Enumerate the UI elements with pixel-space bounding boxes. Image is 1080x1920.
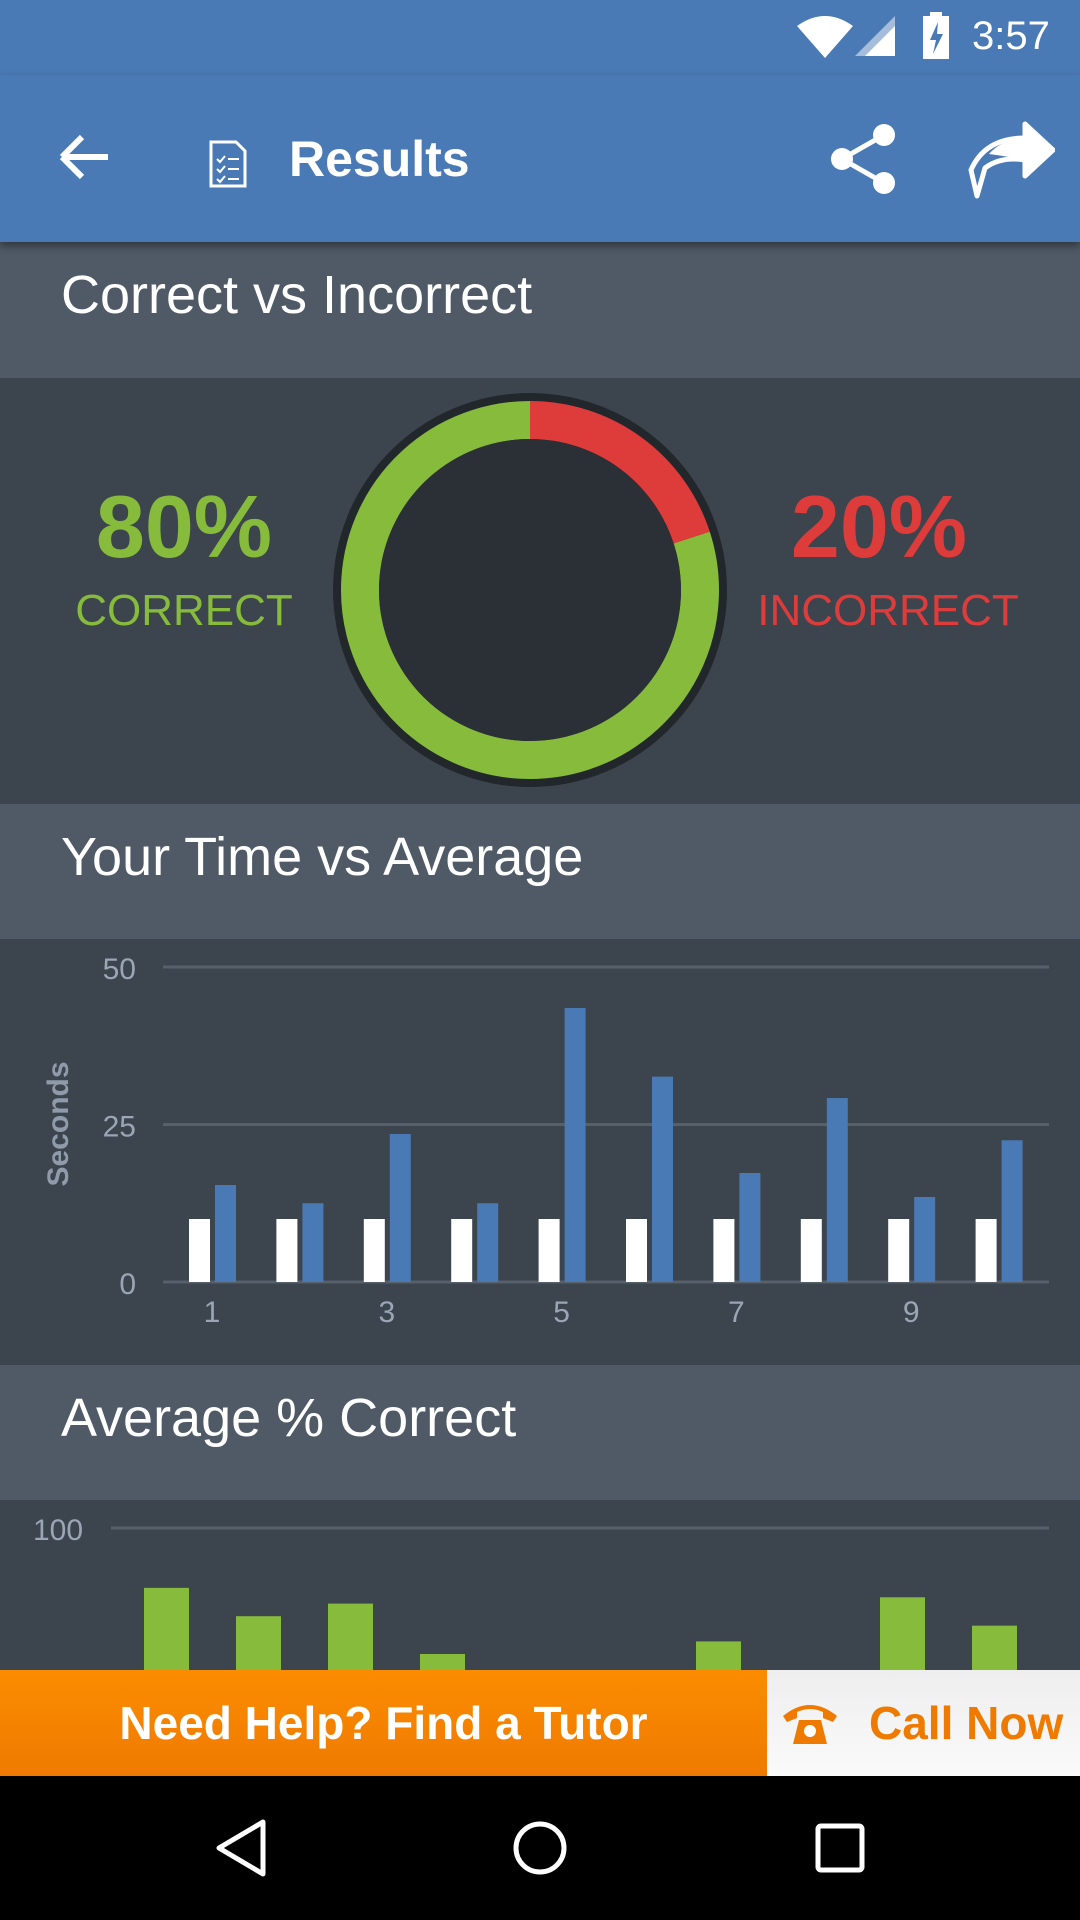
- y-axis-label: Seconds: [42, 1061, 75, 1186]
- navigation-bar: [0, 1776, 1080, 1920]
- bar-average-correct-2: [236, 1616, 281, 1670]
- share-icon[interactable]: [828, 123, 900, 195]
- x-tick-label: 9: [903, 1296, 920, 1329]
- wifi-icon: [797, 16, 853, 58]
- incorrect-percent: 20%: [790, 477, 968, 576]
- x-tick-label: 3: [378, 1296, 395, 1329]
- bar-average-2: [276, 1219, 298, 1282]
- bar-average-5: [538, 1219, 560, 1282]
- document-checklist-icon: [209, 140, 247, 188]
- status-time: 3:57: [972, 14, 1050, 58]
- bar-your-time-6: [652, 1076, 673, 1282]
- call-now-label: Call Now: [869, 1697, 1064, 1749]
- page-title: Results: [289, 131, 470, 187]
- average-chart-panel: 100: [0, 1500, 1080, 1670]
- bar-average-correct-9: [880, 1597, 925, 1670]
- incorrect-label: INCORRECT: [757, 586, 1019, 635]
- bar-average-correct-3: [328, 1603, 373, 1670]
- correct-percent: 80%: [95, 477, 273, 576]
- y-tick-label: 100: [33, 1514, 83, 1547]
- bar-average-6: [626, 1219, 647, 1282]
- bar-average-7: [713, 1219, 735, 1282]
- time-vs-average-chart: Seconds 0 25 50 1 3 5 7 9: [42, 953, 1049, 1329]
- call-now-button[interactable]: Call Now: [767, 1670, 1080, 1776]
- x-tick-label: 5: [553, 1296, 570, 1329]
- bar-average-9: [888, 1219, 910, 1282]
- bar-average-10: [975, 1219, 997, 1282]
- bar-average-correct-4: [420, 1654, 465, 1670]
- forward-arrow-icon[interactable]: [965, 120, 1055, 200]
- donut-chart: [333, 393, 727, 787]
- back-triangle-icon[interactable]: [215, 1818, 267, 1878]
- recents-square-icon[interactable]: [814, 1822, 866, 1874]
- x-tick-label: 7: [728, 1296, 745, 1329]
- signal-icon: [855, 16, 895, 56]
- bar-your-time-10: [1001, 1140, 1023, 1282]
- find-tutor-button[interactable]: Need Help? Find a Tutor: [0, 1670, 767, 1776]
- average-correct-chart: 100: [33, 1514, 1049, 1670]
- bar-your-time-2: [302, 1203, 324, 1282]
- bar-average-correct-7: [696, 1641, 741, 1670]
- bar-average-correct-10: [972, 1625, 1017, 1670]
- home-circle-icon[interactable]: [512, 1820, 568, 1876]
- app-bar: Results: [0, 75, 1080, 242]
- battery-charging-icon: [923, 12, 949, 59]
- bar-your-time-5: [564, 1007, 586, 1282]
- y-tick-label: 0: [119, 1268, 136, 1301]
- telephone-icon: [783, 1705, 837, 1744]
- bar-average-correct-1: [144, 1587, 189, 1670]
- bar-average-4: [451, 1219, 473, 1282]
- y-tick-label: 50: [103, 953, 136, 986]
- bar-your-time-4: [477, 1203, 499, 1282]
- y-tick-label: 25: [103, 1111, 136, 1144]
- section-header-average: Average % Correct: [0, 1365, 1080, 1501]
- bar-your-time-1: [215, 1184, 236, 1282]
- time-chart-panel: Seconds 0 25 50 1 3 5 7 9: [0, 939, 1080, 1365]
- section-header-correct: Correct vs Incorrect: [0, 242, 1080, 378]
- bar-your-time-3: [389, 1133, 411, 1282]
- correct-vs-incorrect-panel: 80% CORRECT 20% INCORRECT: [0, 378, 1080, 804]
- back-arrow-icon[interactable]: [58, 133, 110, 181]
- correct-label: CORRECT: [75, 586, 293, 635]
- bar-your-time-7: [739, 1173, 761, 1282]
- bar-your-time-9: [914, 1196, 936, 1282]
- bar-average-1: [189, 1219, 210, 1282]
- bar-average-3: [363, 1219, 385, 1282]
- bar-your-time-8: [826, 1098, 848, 1282]
- status-bar: 3:57: [0, 0, 1080, 75]
- bar-average-8: [800, 1219, 822, 1282]
- x-tick-label: 1: [204, 1296, 221, 1329]
- section-header-time: Your Time vs Average: [0, 804, 1080, 940]
